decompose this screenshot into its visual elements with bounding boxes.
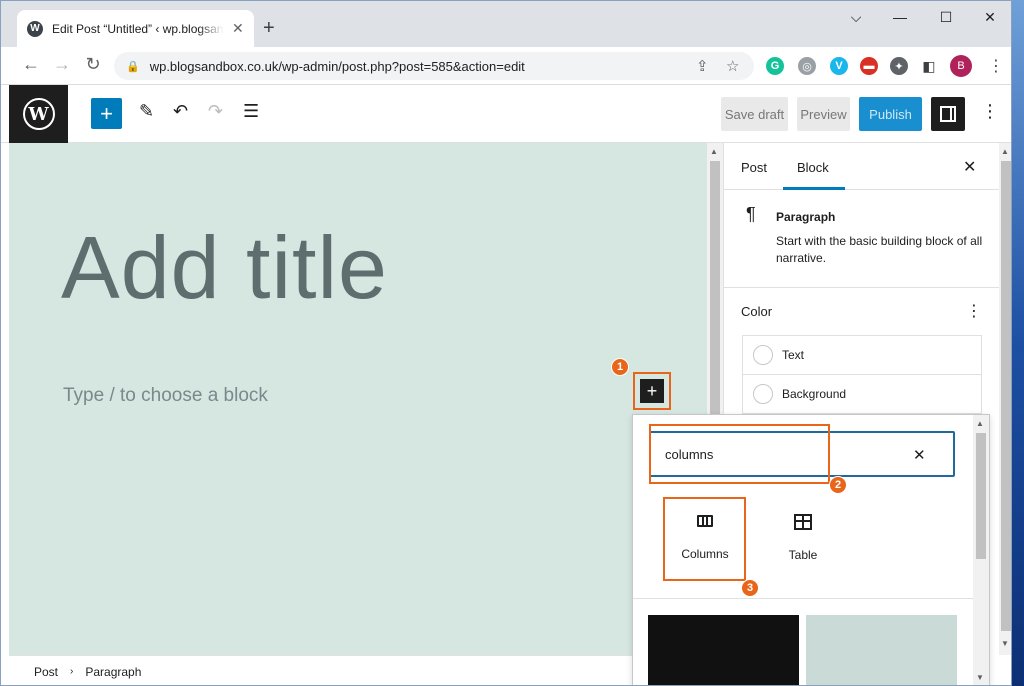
wordpress-favicon-icon: W (27, 20, 43, 37)
divider (633, 598, 973, 599)
list-view-icon[interactable]: ☰ (243, 101, 259, 122)
editor-canvas: Add title Type / to choose a block + 1 (9, 143, 707, 655)
breadcrumb-post[interactable]: Post (34, 665, 58, 679)
publish-button[interactable]: Publish (859, 97, 922, 131)
lock-icon: 🔒 (126, 60, 140, 73)
plus-icon: + (640, 379, 664, 403)
scroll-down-icon[interactable]: ▼ (976, 673, 984, 682)
tab-close-icon[interactable]: ✕ (232, 20, 244, 37)
browser-menu-icon[interactable]: ⋮ (988, 56, 1004, 76)
undo-icon[interactable]: ↶ (173, 101, 188, 122)
block-card: ¶ Paragraph Start with the basic buildin… (724, 190, 999, 288)
grammarly-icon[interactable]: G (766, 57, 784, 75)
color-option-label: Text (782, 348, 805, 362)
annotation-badge-1: 1 (611, 358, 629, 376)
address-bar[interactable]: 🔒 wp.blogsandbox.co.uk/wp-admin/post.php… (114, 52, 754, 80)
browser-toolbar: ← → ↻ 🔒 wp.blogsandbox.co.uk/wp-admin/po… (1, 47, 1011, 85)
breadcrumb-paragraph[interactable]: Paragraph (85, 665, 141, 679)
new-tab-button[interactable]: + (263, 17, 275, 40)
clear-search-icon[interactable]: ✕ (913, 446, 926, 464)
annotation-highlight-search (649, 424, 830, 484)
minimize-button[interactable]: — (877, 9, 923, 25)
block-option-table[interactable]: Table (763, 498, 843, 578)
reload-button[interactable]: ↻ (81, 54, 105, 75)
side-panel-icon[interactable]: ◧ (920, 57, 938, 75)
forward-button[interactable]: → (50, 54, 74, 75)
save-draft-button[interactable]: Save draft (721, 97, 788, 131)
sidebar-tabs: Post Block ✕ (724, 143, 999, 190)
breadcrumb-separator-icon: › (70, 666, 74, 677)
wordpress-logo[interactable]: W (9, 85, 68, 143)
scroll-up-icon[interactable]: ▲ (710, 147, 718, 156)
scroll-thumb[interactable] (710, 161, 720, 423)
redo-icon[interactable]: ↷ (208, 101, 223, 122)
background-color-swatch (753, 384, 773, 404)
close-sidebar-icon[interactable]: ✕ (963, 157, 976, 177)
tab-strip: W Edit Post “Untitled” ‹ wp.blogsandbox.… (1, 1, 1011, 47)
color-options-icon[interactable]: ⋮ (966, 301, 982, 321)
inserter-scrollbar[interactable]: ▲ ▼ (973, 415, 989, 685)
block-name: Paragraph (776, 210, 836, 224)
bookmark-star-icon[interactable]: ☆ (726, 57, 739, 75)
color-option-label: Background (782, 387, 847, 401)
tab-block[interactable]: Block (783, 160, 845, 190)
settings-toggle-button[interactable] (931, 97, 965, 131)
annotation-badge-2: 2 (829, 476, 847, 494)
quick-inserter-popover: columns ✕ 2 Columns Table 3 ▲ ▼ (632, 414, 990, 685)
block-description: Start with the basic building block of a… (776, 234, 983, 265)
wordpress-icon: W (22, 98, 55, 130)
add-block-button[interactable]: + (91, 98, 122, 129)
sidebar-panel-icon (940, 106, 956, 122)
scroll-thumb[interactable] (976, 433, 986, 559)
color-text-option[interactable]: Text (742, 335, 982, 375)
profile-avatar[interactable]: B (950, 55, 972, 77)
shield-icon[interactable]: ◎ (798, 57, 816, 75)
block-inserter-button[interactable]: + (633, 372, 671, 410)
url-text: wp.blogsandbox.co.uk/wp-admin/post.php?p… (149, 58, 525, 74)
scroll-thumb[interactable] (1001, 161, 1011, 631)
sidebar-scrollbar[interactable]: ▲ ▼ (999, 143, 1011, 655)
options-more-icon[interactable]: ⋮ (981, 101, 999, 122)
browser-tab[interactable]: W Edit Post “Untitled” ‹ wp.blogsandbox.… (17, 10, 254, 47)
color-panel-title: Color (741, 304, 773, 319)
text-color-swatch (753, 345, 773, 365)
pattern-preview[interactable] (806, 615, 957, 685)
scroll-up-icon[interactable]: ▲ (1001, 147, 1009, 156)
editor-header: W + ✎ ↶ ↷ ☰ Save draft Preview Publish ⋮ (1, 85, 1011, 143)
browser-window: W Edit Post “Untitled” ‹ wp.blogsandbox.… (0, 0, 1012, 686)
paragraph-icon: ¶ (746, 204, 756, 224)
scroll-up-icon[interactable]: ▲ (976, 419, 984, 428)
annotation-highlight-columns (663, 497, 746, 581)
tab-post[interactable]: Post (741, 160, 767, 175)
maximize-button[interactable]: ☐ (923, 9, 969, 26)
annotation-badge-3: 3 (741, 579, 759, 597)
tools-pencil-icon[interactable]: ✎ (139, 101, 154, 122)
tab-title: Edit Post “Untitled” ‹ wp.blogsandbox.co… (52, 21, 224, 36)
back-button[interactable]: ← (19, 54, 43, 75)
table-icon (794, 514, 812, 530)
color-background-option[interactable]: Background (742, 374, 982, 414)
share-icon[interactable]: ⇪ (696, 57, 709, 75)
post-title-placeholder[interactable]: Add title (61, 217, 388, 319)
puzzle-icon[interactable]: ✦ (890, 57, 908, 75)
breadcrumb: Post › Paragraph (9, 655, 707, 685)
close-window-button[interactable]: ✕ (967, 9, 1011, 26)
pattern-preview[interactable] (648, 615, 799, 685)
tab-search-icon[interactable]: ⌵ (833, 9, 879, 26)
recorder-icon[interactable]: ▬ (860, 57, 878, 75)
vimeo-icon[interactable]: V (830, 57, 848, 75)
desktop-background (1010, 0, 1024, 686)
paragraph-placeholder[interactable]: Type / to choose a block (63, 385, 268, 407)
block-option-label: Table (788, 548, 818, 562)
preview-button[interactable]: Preview (797, 97, 850, 131)
scroll-down-icon[interactable]: ▼ (1001, 639, 1009, 648)
